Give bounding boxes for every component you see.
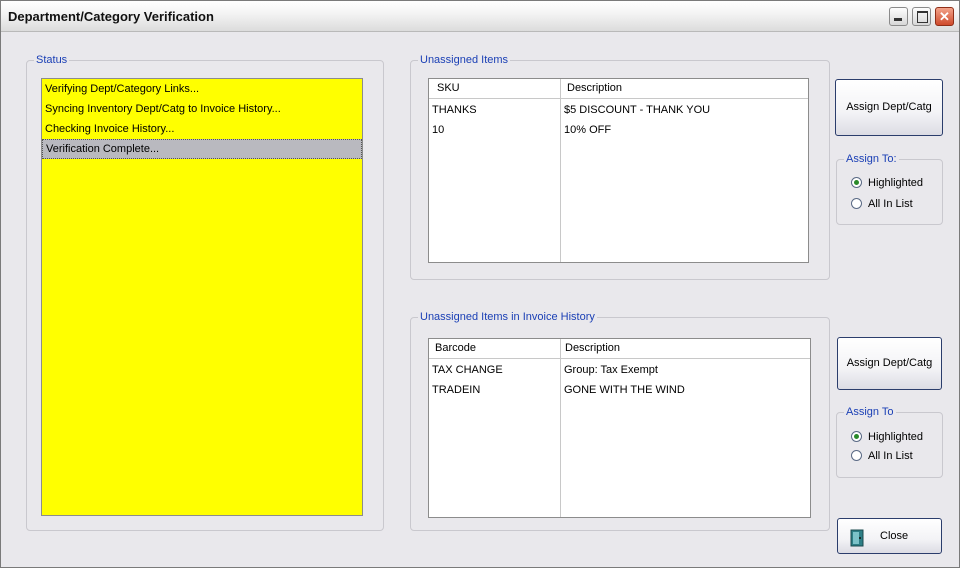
close-button[interactable]: Close (837, 518, 942, 554)
list-header: SKU Description (429, 79, 808, 99)
assign-to-legend: Assign To: (844, 152, 899, 166)
invoice-history-legend: Unassigned Items in Invoice History (418, 310, 597, 324)
unassigned-items-list[interactable]: SKU Description THANKS $5 DISCOUNT - THA… (428, 78, 809, 263)
sku-cell: THANKS (432, 104, 477, 116)
column-header-sku[interactable]: SKU (437, 79, 460, 98)
invoice-history-list[interactable]: Barcode Description TAX CHANGE Group: Ta… (428, 338, 811, 518)
title-bar[interactable]: Department/Category Verification ✕ (1, 1, 959, 32)
radio-label: Highlighted (868, 177, 924, 189)
radio-label: All In List (868, 450, 913, 462)
radio-button[interactable] (851, 450, 862, 461)
status-list[interactable]: Verifying Dept/Category Links... Syncing… (41, 78, 363, 516)
description-cell: Group: Tax Exempt (564, 364, 658, 376)
description-cell: $5 DISCOUNT - THANK YOU (564, 104, 711, 116)
sku-cell: 10 (432, 124, 445, 136)
status-item[interactable]: Checking Invoice History... (42, 119, 362, 139)
table-row[interactable]: TRADEIN GONE WITH THE WIND (429, 380, 810, 400)
exit-door-icon (850, 529, 864, 547)
table-row[interactable]: 10 10% OFF (429, 120, 808, 140)
window-title: Department/Category Verification (8, 9, 214, 24)
assign-to-history-group: Assign To Highlighted All In List (836, 405, 943, 478)
minimize-icon (894, 18, 902, 21)
assign-to-legend: Assign To (844, 405, 896, 419)
assign-dept-catg-label: Assign Dept/Catg (846, 101, 932, 113)
close-button-label: Close (880, 530, 909, 542)
close-window-button[interactable]: ✕ (935, 7, 954, 26)
radio-label: Highlighted (868, 431, 924, 443)
unassigned-items-legend: Unassigned Items (418, 53, 511, 67)
status-legend: Status (34, 53, 70, 67)
status-item-selected[interactable]: Verification Complete... (42, 139, 362, 159)
barcode-cell: TRADEIN (432, 384, 481, 396)
assign-dept-catg-history-button[interactable]: Assign Dept/Catg (837, 337, 942, 390)
assign-dept-catg-button[interactable]: Assign Dept/Catg (835, 79, 943, 136)
radio-label: All In List (868, 198, 913, 210)
table-row[interactable]: TAX CHANGE Group: Tax Exempt (429, 360, 810, 380)
status-item[interactable]: Syncing Inventory Dept/Catg to Invoice H… (42, 99, 362, 119)
column-header-description[interactable]: Description (567, 79, 622, 98)
column-header-description[interactable]: Description (565, 339, 620, 358)
table-row[interactable]: THANKS $5 DISCOUNT - THANK YOU (429, 100, 808, 120)
status-item[interactable]: Verifying Dept/Category Links... (42, 79, 362, 99)
close-icon: ✕ (939, 9, 950, 24)
radio-button-checked[interactable] (851, 431, 862, 442)
maximize-icon (917, 11, 928, 23)
description-cell: GONE WITH THE WIND (564, 384, 685, 396)
radio-button-checked[interactable] (851, 177, 862, 188)
description-cell: 10% OFF (564, 124, 612, 136)
maximize-button[interactable] (912, 7, 931, 26)
column-header-barcode[interactable]: Barcode (435, 339, 476, 358)
minimize-button[interactable] (889, 7, 908, 26)
list-header: Barcode Description (429, 339, 810, 359)
barcode-cell: TAX CHANGE (432, 364, 503, 376)
assign-to-group: Assign To: Highlighted All In List (836, 152, 943, 225)
assign-dept-catg-label: Assign Dept/Catg (846, 357, 933, 369)
radio-button[interactable] (851, 198, 862, 209)
